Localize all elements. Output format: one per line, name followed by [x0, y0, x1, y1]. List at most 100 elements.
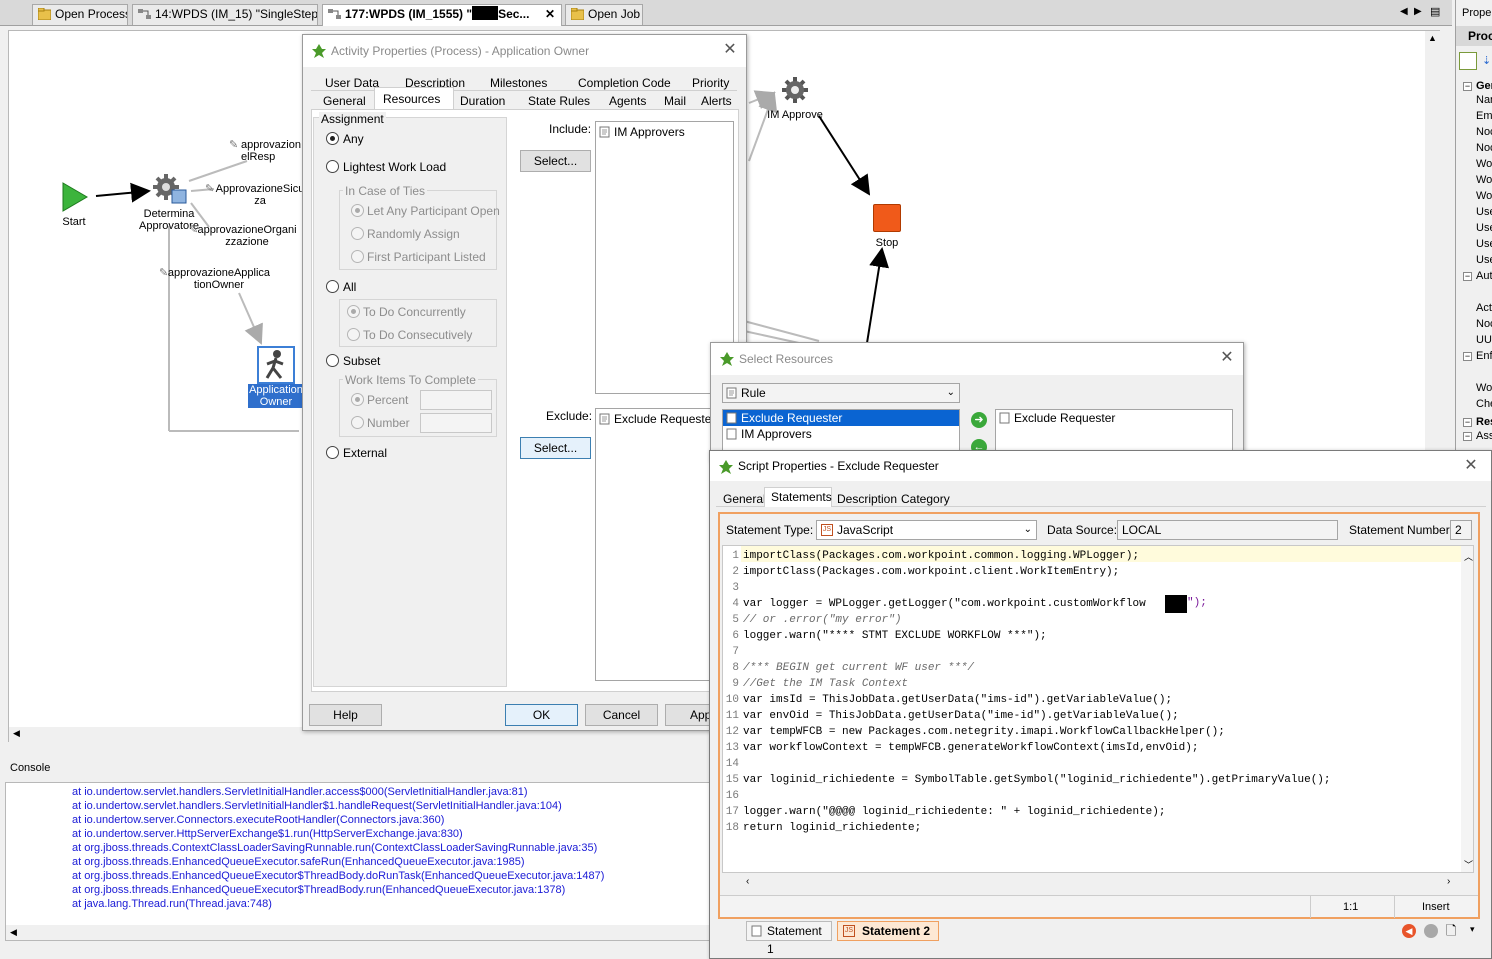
rule-label-approvazione-application-owner[interactable]: ✎ approvazioneApplica tionOwner [159, 267, 279, 291]
application-owner-node[interactable] [257, 346, 295, 384]
external-radio[interactable] [326, 446, 339, 459]
number-radio[interactable] [351, 416, 364, 429]
available-item-exclude-requester[interactable]: Exclude Requester [723, 410, 959, 426]
gear-icon[interactable] [152, 173, 188, 205]
rule-label-approvazione-sicurezza[interactable]: ✎ ApprovazioneSicu za [205, 183, 315, 207]
statement-1-tab[interactable]: Statement 1 [746, 921, 832, 956]
statement-type-dropdown[interactable]: JS JavaScript ⌄ [816, 520, 1037, 540]
property-item[interactable]: Use [1476, 238, 1492, 250]
script-dialog-titlebar[interactable]: Script Properties - Exclude Requester ✕ [710, 451, 1491, 481]
property-item[interactable]: Che [1476, 398, 1492, 410]
tab-general[interactable]: General [323, 94, 366, 108]
scroll-up-icon[interactable]: ▲ [1428, 33, 1437, 43]
available-item-im-approvers[interactable]: IM Approvers [723, 426, 959, 442]
lightest-work-load-radio[interactable] [326, 160, 339, 173]
property-item[interactable]: Emi [1476, 110, 1492, 122]
chevron-down-icon[interactable]: ▾ [1470, 924, 1475, 935]
scroll-up-icon[interactable]: ︿ [1464, 550, 1473, 563]
percent-radio[interactable] [351, 393, 364, 406]
number-input[interactable] [420, 413, 492, 433]
to-do-concurrently-radio[interactable] [347, 305, 360, 318]
include-select-button[interactable]: Select... [520, 150, 591, 172]
property-item[interactable]: Wo [1476, 190, 1492, 202]
stop-icon[interactable] [1424, 924, 1438, 938]
tab-mail[interactable]: Mail [664, 94, 686, 108]
property-item[interactable]: Use [1476, 222, 1492, 234]
rule-label-approvazione-organizzazione[interactable]: ✎ approvazioneOrgani zzazione [189, 224, 305, 248]
tab-duration[interactable]: Duration [460, 94, 505, 108]
property-item[interactable]: Use [1476, 206, 1492, 218]
tab-scroll-right-icon[interactable]: ▶ [1414, 6, 1422, 17]
property-item[interactable]: Noc [1476, 142, 1492, 154]
randomly-assign-radio[interactable] [351, 227, 364, 240]
tab-scroll-left-icon[interactable]: ◀ [1400, 6, 1408, 17]
property-category[interactable]: Ass [1476, 430, 1492, 442]
categorized-view-icon[interactable] [1459, 52, 1477, 70]
sort-icon[interactable]: ⇣ [1482, 54, 1491, 67]
tab-state-rules[interactable]: State Rules [528, 94, 590, 108]
tab-open-process[interactable]: Open Process [32, 4, 128, 25]
collapse-icon[interactable]: − [1463, 272, 1472, 281]
property-category[interactable]: Aut [1476, 270, 1492, 282]
close-tab-icon[interactable]: ✕ [545, 5, 555, 24]
property-category[interactable]: Res [1476, 416, 1492, 428]
tab-statements[interactable]: Statements [771, 490, 832, 504]
statement-number-input[interactable]: 2 [1450, 520, 1472, 540]
code-vertical-scrollbar[interactable] [1461, 546, 1473, 872]
tab-description[interactable]: Description [837, 492, 897, 506]
scroll-left-icon[interactable]: ◀ [13, 728, 20, 739]
collapse-icon[interactable]: − [1463, 352, 1472, 361]
property-item[interactable]: Wo [1476, 382, 1492, 394]
tab-wpds-im15[interactable]: 14:WPDS (IM_15) "SingleStep... [132, 4, 318, 25]
help-button[interactable]: Help [309, 704, 382, 726]
tab-completion-code[interactable]: Completion Code [578, 76, 671, 90]
selected-item-exclude-requester[interactable]: Exclude Requester [996, 410, 1232, 426]
stop-node-icon[interactable] [873, 204, 901, 232]
property-item[interactable]: UUI [1476, 334, 1492, 346]
property-item[interactable]: Nan [1476, 94, 1492, 106]
property-category[interactable]: Enf [1476, 350, 1492, 362]
activity-dialog-titlebar[interactable]: Activity Properties (Process) - Applicat… [303, 35, 746, 67]
property-item[interactable]: Act [1476, 302, 1492, 314]
close-icon[interactable]: ✕ [1463, 458, 1479, 474]
property-item[interactable]: Noc [1476, 318, 1492, 330]
any-radio[interactable] [326, 132, 339, 145]
first-participant-radio[interactable] [351, 250, 364, 263]
tab-list-icon[interactable]: ▤ [1430, 5, 1440, 18]
statement-2-tab[interactable]: JS Statement 2 [837, 921, 939, 941]
select-resources-titlebar[interactable]: Select Resources ✕ [711, 343, 1243, 375]
tab-alerts[interactable]: Alerts [701, 94, 732, 108]
property-item[interactable]: Noc [1476, 126, 1492, 138]
all-radio[interactable] [326, 280, 339, 293]
property-item[interactable]: Wo [1476, 174, 1492, 186]
cancel-button[interactable]: Cancel [585, 704, 658, 726]
add-arrow-icon[interactable]: ➜ [971, 412, 987, 428]
tab-wpds-im1555[interactable]: 177:WPDS (IM_1555) " Sec... ✕ [322, 4, 562, 26]
subset-radio[interactable] [326, 354, 339, 367]
include-item-im-approvers[interactable]: IM Approvers [596, 124, 733, 140]
collapse-icon[interactable]: − [1463, 82, 1472, 91]
scroll-right-icon[interactable]: › [1447, 876, 1450, 887]
percent-input[interactable] [420, 390, 492, 410]
tab-priority[interactable]: Priority [692, 76, 729, 90]
scroll-left-icon[interactable]: ◀ [10, 927, 17, 938]
data-source-input[interactable]: LOCAL [1117, 520, 1338, 540]
close-icon[interactable]: ✕ [1219, 350, 1235, 366]
back-icon[interactable]: ◀ [1402, 924, 1416, 938]
tab-category[interactable]: Category [901, 492, 950, 506]
scroll-left-icon[interactable]: ‹ [746, 876, 749, 887]
exclude-select-button[interactable]: Select... [520, 437, 591, 459]
gear-icon[interactable] [780, 75, 812, 107]
property-category[interactable]: Gen [1476, 80, 1492, 92]
new-document-icon[interactable]: 🗋 [1446, 922, 1456, 944]
let-any-participant-radio[interactable] [351, 204, 364, 217]
ok-button[interactable]: OK [505, 704, 578, 726]
collapse-icon[interactable]: − [1463, 432, 1472, 441]
tab-open-job[interactable]: Open Job [565, 4, 643, 25]
tab-milestones[interactable]: Milestones [490, 76, 547, 90]
property-item[interactable]: Use [1476, 254, 1492, 266]
property-item[interactable]: Wo [1476, 158, 1492, 170]
start-node-icon[interactable] [61, 182, 89, 212]
collapse-icon[interactable]: − [1463, 418, 1472, 427]
code-editor[interactable]: 1 importClass(Packages.com.workpoint.comm… [722, 545, 1474, 873]
